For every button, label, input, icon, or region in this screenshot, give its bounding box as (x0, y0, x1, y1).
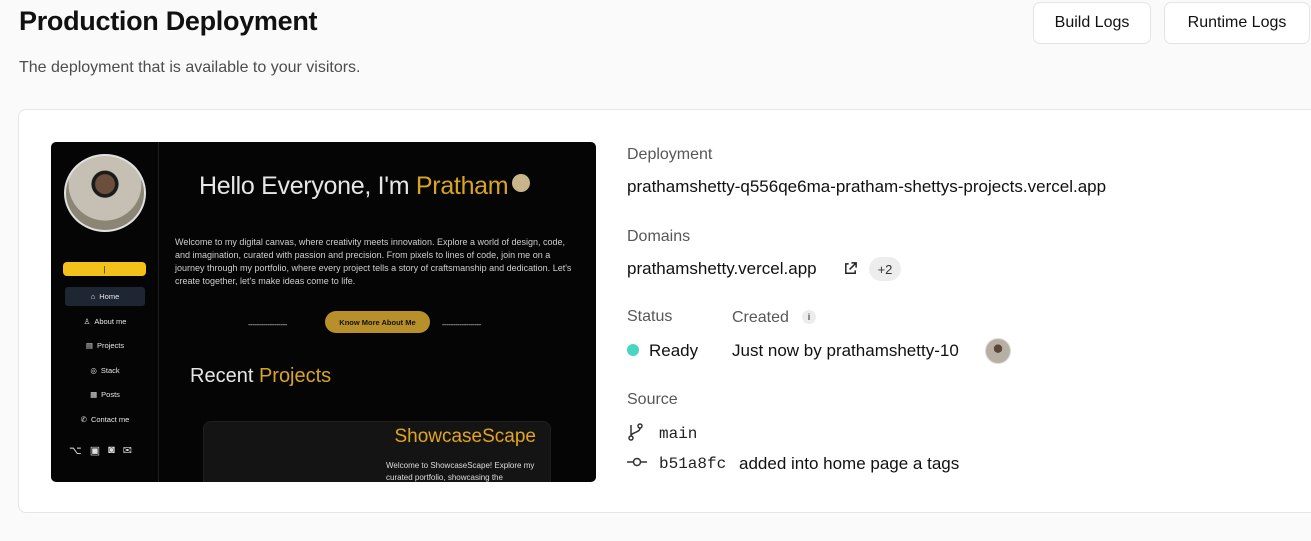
domains-more-badge[interactable]: +2 (869, 257, 901, 281)
preview-nav-posts: ▦ Posts (65, 385, 145, 404)
home-icon: ⌂ (90, 292, 96, 301)
preview-recent-heading: Recent Projects (190, 365, 331, 388)
info-icon[interactable]: i (802, 310, 816, 324)
waving-emoji-icon (512, 174, 531, 192)
deployment-label: Deployment (627, 146, 713, 163)
preview-nav-label: About me (94, 317, 127, 326)
preview-recent-highlight: Projects (258, 365, 332, 387)
deployment-url-link[interactable]: prathamshetty-q556qe6ma-pratham-shettys-… (627, 177, 1106, 197)
preview-nav-label: Projects (97, 341, 125, 350)
preview-project-title: ShowcaseScape (394, 426, 536, 447)
source-label: Source (627, 391, 678, 408)
preview-avatar (64, 154, 146, 232)
posts-icon: ▦ (90, 390, 98, 399)
status-indicator (627, 344, 639, 356)
page-title: Production Deployment (19, 6, 318, 36)
git-branch-icon (628, 423, 643, 441)
preview-yellow-bar: | (63, 262, 146, 276)
page-header: Production Deployment The deployment tha… (19, 0, 1311, 100)
preview-sidebar: | ⌂ Home ♙ About me ▤ Projects ◎ Stack ▦ Post… (51, 142, 159, 482)
status-value: Ready (649, 341, 699, 360)
preview-nav-about: ♙ About me (65, 312, 145, 331)
stack-icon: ◎ (90, 366, 97, 375)
preview-recent-prefix: Recent (190, 365, 259, 387)
preview-nav-stack: ◎ Stack (65, 361, 145, 380)
creator-avatar[interactable] (985, 338, 1011, 364)
git-commit-icon (627, 457, 647, 467)
domain-link[interactable]: prathamshetty.vercel.app (627, 259, 817, 279)
branch-name[interactable]: main (659, 425, 697, 443)
github-icon: ⌥ (69, 445, 82, 457)
preview-project-desc: Welcome to ShowcaseScape! Explore my cur… (386, 461, 535, 482)
linkedin-icon: ▣ (89, 445, 101, 457)
created-label: Created (732, 309, 789, 326)
created-value: Just now by prathamshetty-10 (732, 341, 959, 360)
deployment-card: | ⌂ Home ♙ About me ▤ Projects ◎ Stack ▦ Post… (18, 109, 1311, 513)
external-link-icon[interactable] (843, 261, 858, 276)
projects-icon: ▤ (85, 341, 93, 350)
mail-icon: ✉ (122, 445, 132, 457)
instagram-icon: ◙ (108, 444, 115, 456)
preview-hello-name: Pratham (415, 172, 509, 200)
preview-dash-right: ------------------ (442, 320, 481, 329)
commit-hash[interactable]: b51a8fc (659, 455, 726, 473)
preview-nav-projects: ▤ Projects (65, 336, 145, 355)
deployment-info: Deployment prathamshetty-q556qe6ma-prath… (626, 110, 1306, 514)
preview-hello-prefix: Hello Everyone, I'm (199, 172, 416, 200)
page-subtitle: The deployment that is available to your… (19, 59, 361, 76)
preview-nav-home: ⌂ Home (65, 287, 145, 306)
user-icon: ♙ (83, 317, 91, 326)
phone-icon: ✆ (80, 415, 87, 424)
status-label: Status (627, 308, 673, 325)
preview-nav-contact: ✆ Contact me (65, 410, 145, 429)
build-logs-button[interactable]: Build Logs (1033, 2, 1151, 44)
domains-label: Domains (627, 228, 691, 245)
preview-dash-left: ------------------ (248, 320, 287, 329)
runtime-logs-button[interactable]: Runtime Logs (1164, 2, 1310, 44)
preview-socials: ⌥ ▣ ◙ ✉ (69, 444, 132, 457)
preview-hello-heading: Hello Everyone, I'm Pratham (199, 172, 531, 201)
preview-nav-label: Home (99, 292, 120, 301)
commit-message: added into home page a tags (739, 454, 960, 473)
preview-nav-label: Stack (100, 366, 120, 375)
preview-cta-button: Know More About Me (325, 311, 430, 333)
preview-nav-label: Posts (101, 390, 120, 399)
deployment-preview[interactable]: | ⌂ Home ♙ About me ▤ Projects ◎ Stack ▦ Post… (51, 142, 596, 482)
preview-intro-text: Welcome to my digital canvas, where crea… (175, 237, 572, 286)
preview-nav-label: Contact me (90, 415, 130, 424)
